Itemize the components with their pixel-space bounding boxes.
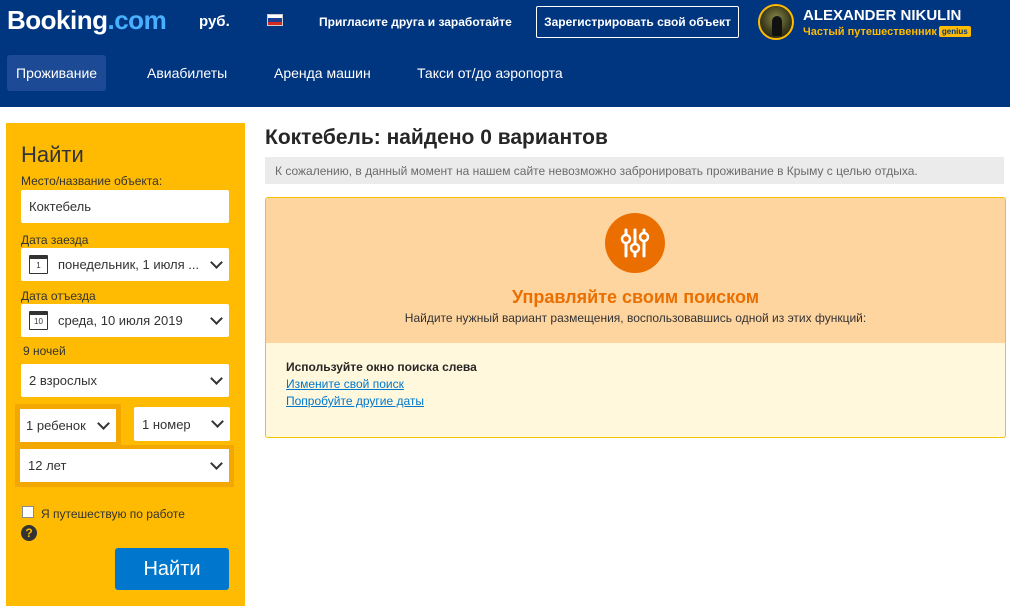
user-name[interactable]: ALEXANDER NIKULIN [803, 7, 961, 24]
change-search-link[interactable]: Измените свой поиск [286, 377, 404, 391]
rooms-value: 1 номер [142, 416, 191, 432]
page-title: Коктебель: найдено 0 вариантов [265, 126, 608, 149]
calendar-icon: 1 [29, 255, 48, 274]
rooms-select[interactable]: 1 номер [134, 407, 230, 441]
adults-value: 2 взрослых [29, 373, 97, 388]
business-trip-checkbox[interactable] [22, 506, 34, 518]
destination-label: Место/название объекта: [21, 174, 163, 188]
chevron-down-icon [210, 255, 223, 269]
booking-logo[interactable]: Booking.com [7, 5, 167, 36]
genius-badge: genius [938, 26, 971, 37]
checkout-label: Дата отъезда [21, 289, 96, 303]
checkin-label: Дата заезда [21, 233, 89, 247]
help-icon[interactable]: ? [21, 525, 37, 541]
chevron-down-icon [211, 415, 224, 428]
checkout-value: среда, 10 июля 2019 [58, 313, 183, 328]
search-button[interactable]: Найти [115, 548, 229, 590]
chevron-down-icon [210, 311, 223, 325]
children-select[interactable]: 1 ребенок [15, 404, 121, 447]
checkin-value: понедельник, 1 июля ... [58, 257, 200, 272]
adults-select[interactable]: 2 взрослых [21, 364, 229, 397]
business-trip-label[interactable]: Я путешествую по работе [41, 507, 185, 521]
tab-airport-taxi[interactable]: Такси от/до аэропорта [408, 55, 572, 91]
calendar-icon: 10 [29, 311, 48, 330]
sidebar-title: Найти [21, 142, 84, 167]
crimea-notice: К сожалению, в данный момент на нашем са… [265, 157, 1004, 184]
language-flag-icon[interactable] [267, 14, 283, 26]
currency-selector[interactable]: руб. [199, 13, 230, 30]
chevron-down-icon [210, 371, 223, 385]
checkout-date-select[interactable]: 10 среда, 10 июля 2019 [21, 304, 229, 337]
child-age-select[interactable]: 12 лет [15, 445, 234, 487]
top-header: Booking.com руб. Пригласите друга и зара… [0, 0, 1010, 107]
tab-car-rental[interactable]: Аренда машин [265, 55, 380, 91]
destination-input[interactable]: Коктебель [21, 190, 229, 223]
invite-friend-link[interactable]: Пригласите друга и заработайте [319, 15, 512, 29]
manage-search-box: Управляйте своим поиском Найдите нужный … [265, 197, 1006, 438]
tips-title: Используйте окно поиска слева [286, 360, 477, 374]
nights-count: 9 ночей [23, 344, 66, 358]
chevron-down-icon [97, 416, 110, 430]
user-level: Частый путешественник genius [803, 26, 971, 38]
child-age-value: 12 лет [28, 458, 67, 473]
manage-search-title: Управляйте своим поиском [511, 287, 760, 307]
search-sidebar: Найти Место/название объекта: Коктебель … [6, 123, 245, 606]
avatar[interactable] [758, 4, 794, 40]
sliders-icon [605, 213, 665, 273]
destination-value: Коктебель [29, 199, 91, 214]
register-property-button[interactable]: Зарегистрировать свой объект [536, 6, 739, 38]
checkin-date-select[interactable]: 1 понедельник, 1 июля ... [21, 248, 229, 281]
chevron-down-icon [210, 456, 223, 470]
tab-flights[interactable]: Авиабилеты [138, 55, 236, 91]
tab-stays[interactable]: Проживание [7, 55, 107, 91]
manage-search-header: Управляйте своим поиском Найдите нужный … [266, 198, 1005, 343]
try-other-dates-link[interactable]: Попробуйте другие даты [286, 394, 424, 408]
manage-search-subtitle: Найдите нужный вариант размещения, воспо… [404, 311, 867, 325]
children-value: 1 ребенок [26, 418, 86, 433]
